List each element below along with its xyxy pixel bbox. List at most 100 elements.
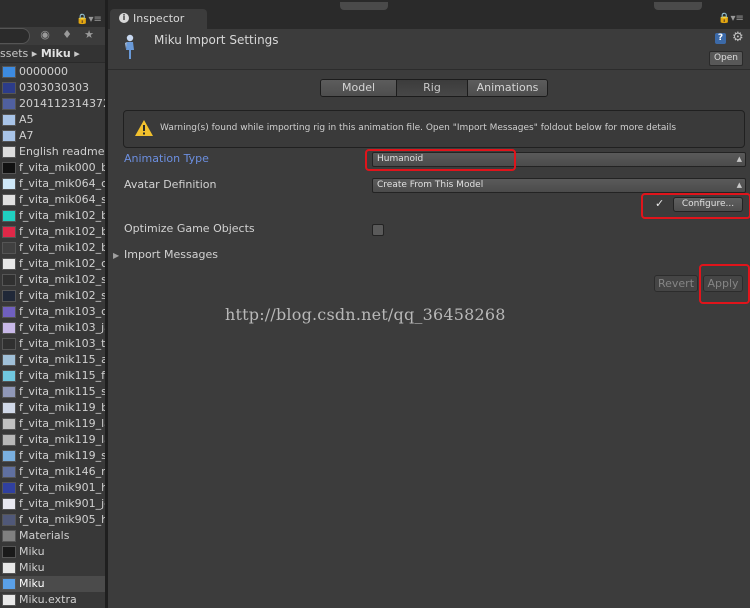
list-item[interactable]: f_vita_mik102_b xyxy=(0,208,105,224)
list-item[interactable]: Miku.extra xyxy=(0,592,105,608)
list-item[interactable]: f_vita_mik901_h xyxy=(0,480,105,496)
asset-label: 0000000 xyxy=(19,65,68,78)
list-item[interactable]: f_vita_mik119_la xyxy=(0,432,105,448)
asset-label: f_vita_mik901_je xyxy=(19,497,105,510)
asset-thumbnail-icon xyxy=(2,178,16,190)
lock-icon[interactable]: 🔒▾≡ xyxy=(76,14,102,25)
list-item[interactable]: f_vita_mik115_s xyxy=(0,384,105,400)
humanoid-model-icon xyxy=(125,34,134,59)
list-item[interactable]: f_vita_mik103_ja xyxy=(0,320,105,336)
project-panel: 🔒▾≡ ◉ ♦ ★ ssets ▸ Miku ▸ 0000000 03030303… xyxy=(0,0,105,608)
list-item[interactable]: A7 xyxy=(0,128,105,144)
asset-thumbnail-icon xyxy=(2,274,16,286)
asset-label: Miku xyxy=(19,545,45,558)
warning-icon xyxy=(135,120,153,136)
revert-button[interactable]: Revert xyxy=(654,275,698,292)
asset-thumbnail-icon xyxy=(2,562,16,574)
tab-inspector[interactable]: i Inspector xyxy=(110,9,207,29)
list-item[interactable]: Miku xyxy=(0,576,105,592)
inspector-header: Miku Import Settings ? ⚙ Open xyxy=(108,29,750,70)
project-toolbar: ◉ ♦ ★ xyxy=(0,27,105,46)
tab-animations[interactable]: Animations xyxy=(468,80,547,96)
list-item[interactable]: A5 xyxy=(0,112,105,128)
list-item[interactable]: Materials xyxy=(0,528,105,544)
asset-thumbnail-icon xyxy=(2,194,16,206)
search-input[interactable] xyxy=(0,28,30,44)
tab-rig[interactable]: Rig xyxy=(397,80,468,96)
list-item[interactable]: f_vita_mik102_b xyxy=(0,240,105,256)
highlight-box-apply xyxy=(699,264,750,304)
asset-thumbnail-icon xyxy=(2,130,16,142)
open-button[interactable]: Open xyxy=(709,51,743,66)
asset-label: f_vita_mik102_b xyxy=(19,225,105,238)
list-item[interactable]: f_vita_mik000_b xyxy=(0,160,105,176)
list-item[interactable]: 20141123143727 xyxy=(0,96,105,112)
asset-label: A7 xyxy=(19,129,34,142)
list-item[interactable]: f_vita_mik102_s xyxy=(0,272,105,288)
avatar-definition-dropdown[interactable]: Create From This Model ▲ xyxy=(372,178,746,193)
page-title: Miku Import Settings xyxy=(154,33,279,47)
list-item[interactable]: f_vita_mik146_m xyxy=(0,464,105,480)
asset-thumbnail-icon xyxy=(2,466,16,478)
gear-icon[interactable]: ⚙ xyxy=(732,30,744,45)
window-control xyxy=(654,2,702,10)
inspector-panel: i Inspector 🔒▾≡ Miku Import Settings ? ⚙… xyxy=(108,0,750,608)
asset-thumbnail-icon xyxy=(2,322,16,334)
breadcrumb-folder[interactable]: Miku xyxy=(41,47,71,60)
list-item[interactable]: f_vita_mik102_s xyxy=(0,288,105,304)
list-item[interactable]: f_vita_mik102_c xyxy=(0,256,105,272)
asset-thumbnail-icon xyxy=(2,162,16,174)
list-item[interactable]: f_vita_mik103_t xyxy=(0,336,105,352)
list-item[interactable]: English readme xyxy=(0,144,105,160)
asset-label: f_vita_mik119_la xyxy=(19,433,105,446)
warning-text: Warning(s) found while importing rig in … xyxy=(160,123,677,133)
breadcrumb: ssets ▸ Miku ▸ xyxy=(0,45,105,63)
asset-thumbnail-icon xyxy=(2,546,16,558)
asset-thumbnail-icon xyxy=(2,306,16,318)
list-item[interactable]: f_vita_mik115_f xyxy=(0,368,105,384)
list-item[interactable]: f_vita_mik119_la xyxy=(0,416,105,432)
optimize-game-objects-checkbox[interactable] xyxy=(372,224,384,236)
asset-thumbnail-icon xyxy=(2,402,16,414)
asset-thumbnail-icon xyxy=(2,450,16,462)
list-item[interactable]: f_vita_mik119_s xyxy=(0,448,105,464)
info-icon: i xyxy=(119,13,129,23)
list-item[interactable]: f_vita_mik905_h xyxy=(0,512,105,528)
asset-label: f_vita_mik115_a xyxy=(19,353,105,366)
asset-label: f_vita_mik102_s xyxy=(19,273,105,286)
list-item[interactable]: Miku xyxy=(0,560,105,576)
asset-list: 0000000 0303030303 20141123143727 A5 A7 Engli… xyxy=(0,64,105,608)
list-item[interactable]: f_vita_mik103_c xyxy=(0,304,105,320)
asset-thumbnail-icon xyxy=(2,226,16,238)
lock-icon[interactable]: 🔒▾≡ xyxy=(718,13,744,24)
list-item[interactable]: Miku xyxy=(0,544,105,560)
list-item[interactable]: 0303030303 xyxy=(0,80,105,96)
list-item[interactable]: f_vita_mik115_a xyxy=(0,352,105,368)
list-item[interactable]: f_vita_mik119_b xyxy=(0,400,105,416)
asset-label: f_vita_mik119_la xyxy=(19,417,105,430)
list-item[interactable]: f_vita_mik064_c xyxy=(0,176,105,192)
asset-thumbnail-icon xyxy=(2,498,16,510)
highlight-box-animation-type xyxy=(365,149,516,171)
asset-label: f_vita_mik102_s xyxy=(19,289,105,302)
list-item[interactable]: f_vita_mik064_s xyxy=(0,192,105,208)
asset-label: f_vita_mik119_s xyxy=(19,449,105,462)
asset-thumbnail-icon xyxy=(2,114,16,126)
import-messages-foldout[interactable]: Import Messages xyxy=(124,248,218,261)
list-item[interactable]: 0000000 xyxy=(0,64,105,80)
tab-model[interactable]: Model xyxy=(321,80,397,96)
asset-thumbnail-icon xyxy=(2,386,16,398)
asset-label: f_vita_mik103_c xyxy=(19,305,105,318)
asset-thumbnail-icon xyxy=(2,82,16,94)
list-item[interactable]: f_vita_mik102_b xyxy=(0,224,105,240)
foldout-arrow-icon[interactable]: ▶ xyxy=(113,251,119,260)
list-item[interactable]: f_vita_mik901_je xyxy=(0,496,105,512)
label-tag-icon[interactable]: ♦ xyxy=(60,28,74,42)
favorite-star-icon[interactable]: ★ xyxy=(82,28,96,42)
asset-thumbnail-icon xyxy=(2,594,16,606)
asset-thumbnail-icon xyxy=(2,290,16,302)
breadcrumb-assets[interactable]: ssets xyxy=(0,47,28,60)
asset-thumbnail-icon xyxy=(2,578,16,590)
help-icon[interactable]: ? xyxy=(715,33,726,44)
filter-type-icon[interactable]: ◉ xyxy=(38,28,52,42)
